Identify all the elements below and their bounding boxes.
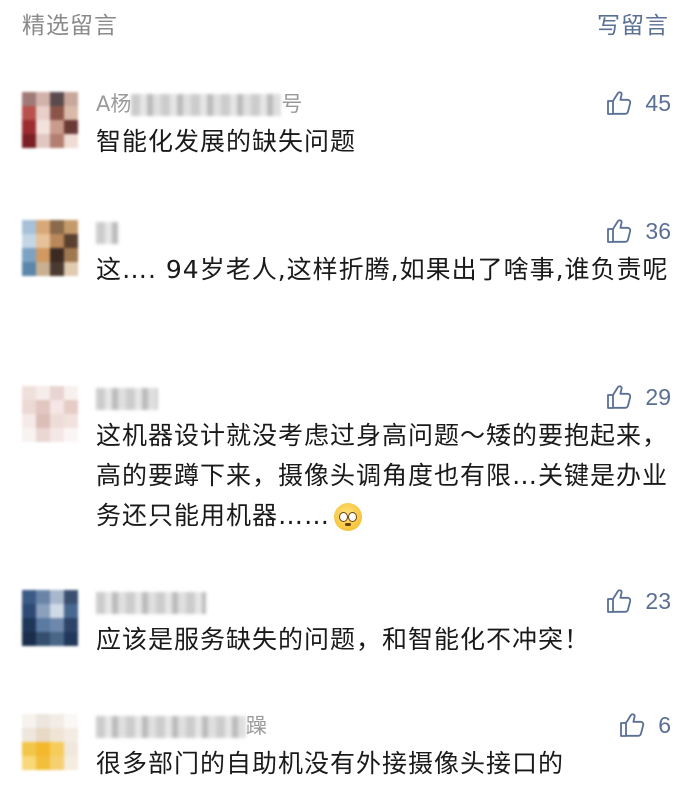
thumbs-up-icon xyxy=(607,91,632,115)
avatar[interactable] xyxy=(22,386,78,442)
avatar[interactable] xyxy=(22,220,78,276)
comment-text: 应该是服务缺失的问题，和智能化不冲突！ xyxy=(96,625,591,654)
like-count: 36 xyxy=(645,217,671,244)
nickname-visible-end: 躁 xyxy=(246,714,267,738)
commenter-nickname xyxy=(96,384,158,412)
featured-comments-title: 精选留言 xyxy=(22,13,118,39)
nickname-mosaic xyxy=(96,592,206,614)
nickname-visible-end: 号 xyxy=(281,92,303,116)
commenter-nickname xyxy=(96,218,118,246)
thumbs-up-icon xyxy=(620,713,645,737)
comment-text: 很多部门的自助机没有外接摄像头接口的 xyxy=(96,749,565,778)
nickname-visible-start: A杨 xyxy=(96,92,132,116)
comment-text-content: 这机器设计就没考虑过身高问题～矮的要抱起来，高的要蹲下来，摄像头调角度也有限…关… xyxy=(96,421,669,530)
thumbs-up-icon xyxy=(607,589,632,613)
nickname-mosaic xyxy=(96,716,246,738)
like-count: 23 xyxy=(645,587,671,614)
comment-text: 这机器设计就没考虑过身高问题～矮的要抱起来，高的要蹲下来，摄像头调角度也有限…关… xyxy=(96,416,676,536)
commenter-nickname: 躁 xyxy=(96,712,267,740)
like-count: 29 xyxy=(645,383,671,410)
comment-text: 这…. 94岁老人,这样折腾,如果出了啥事,谁负责呢 xyxy=(96,255,669,284)
comments-header: 精选留言 写留言 xyxy=(0,0,691,46)
like-button[interactable]: 23 xyxy=(605,584,671,618)
like-button[interactable]: 36 xyxy=(605,214,671,248)
like-button[interactable]: 45 xyxy=(605,86,671,120)
commenter-nickname: A杨 号 xyxy=(96,90,302,118)
avatar[interactable] xyxy=(22,92,78,148)
thumbs-up-icon xyxy=(607,219,632,243)
like-count: 45 xyxy=(645,89,671,116)
nickname-mosaic xyxy=(131,94,282,116)
comment-text: 智能化发展的缺失问题 xyxy=(96,127,357,156)
like-button[interactable]: 6 xyxy=(618,708,671,742)
nickname-mosaic xyxy=(96,388,158,410)
pleading-face-emoji xyxy=(334,503,363,531)
avatar[interactable] xyxy=(22,590,78,646)
avatar[interactable] xyxy=(22,714,78,770)
like-button[interactable]: 29 xyxy=(605,380,671,414)
commenter-nickname xyxy=(96,588,206,616)
like-count: 6 xyxy=(658,711,671,738)
write-comment-button[interactable]: 写留言 xyxy=(597,6,669,40)
thumbs-up-icon xyxy=(607,385,632,409)
nickname-mosaic xyxy=(96,222,118,244)
